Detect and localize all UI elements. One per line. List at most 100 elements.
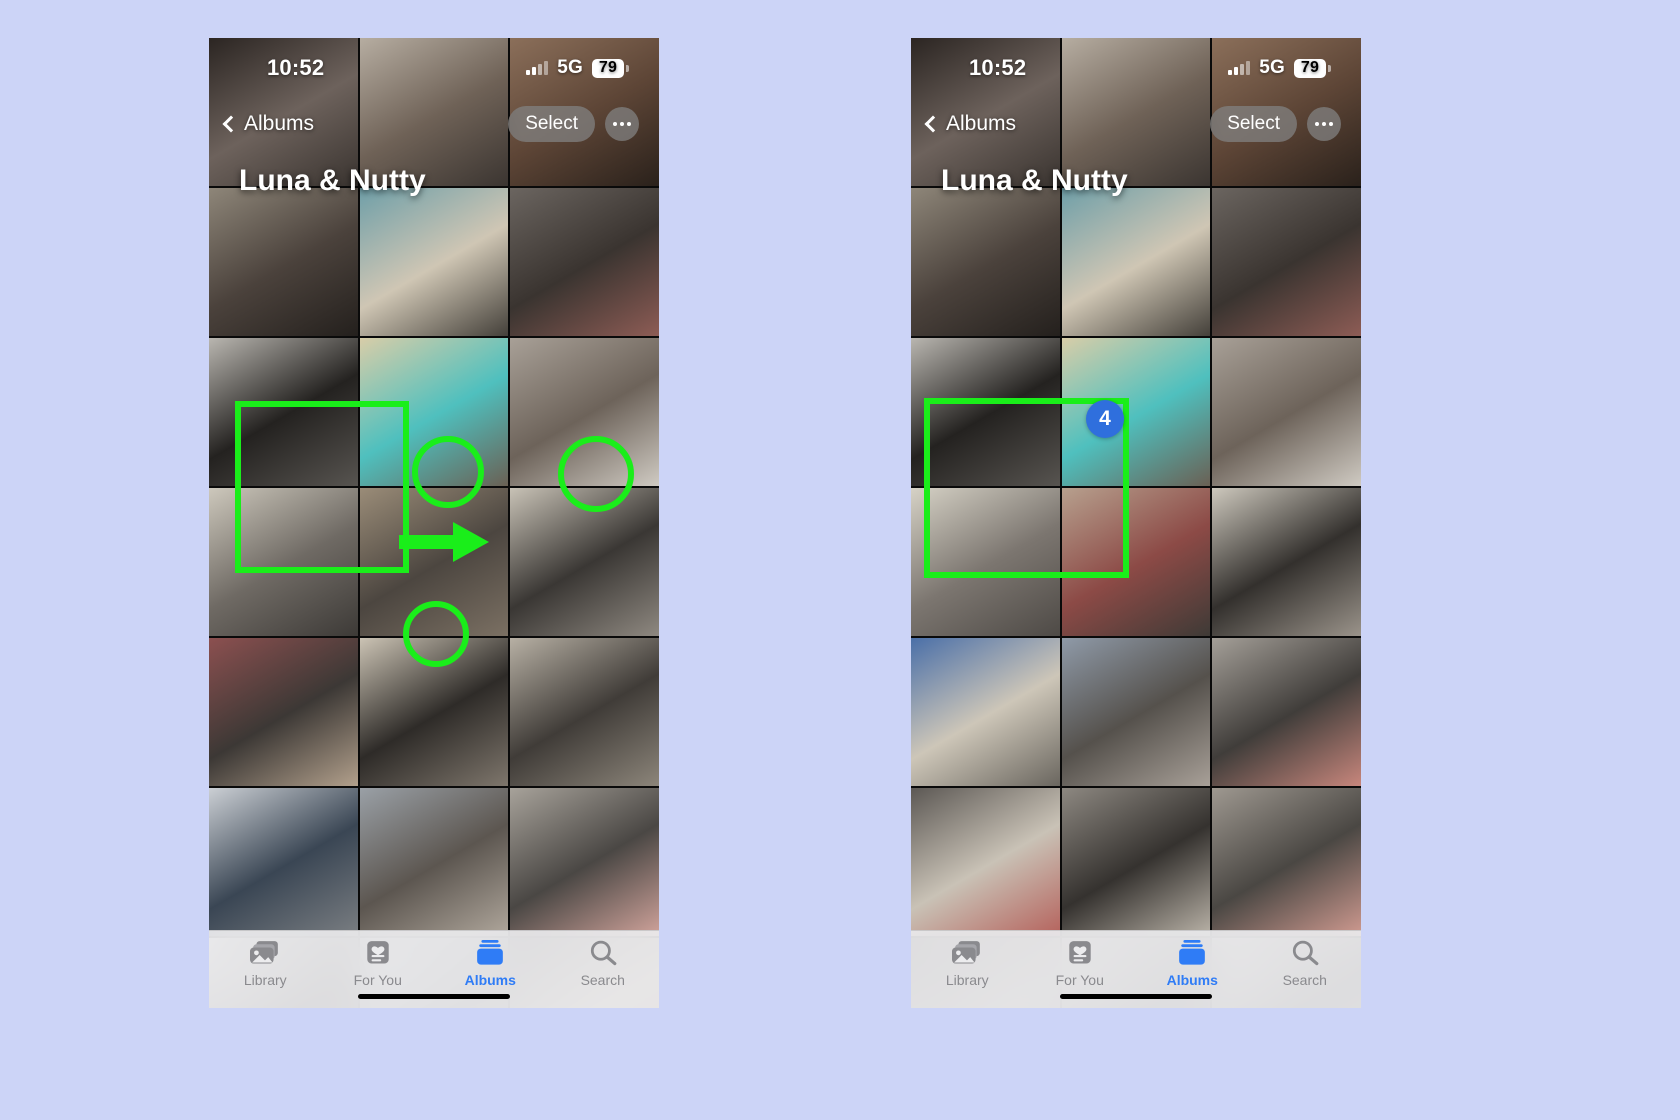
photo-thumbnail[interactable] (209, 188, 358, 336)
photo-thumbnail[interactable] (1061, 488, 1211, 636)
page-title: Luna & Nutty (941, 164, 1128, 197)
back-to-albums-button[interactable]: Albums (924, 112, 1016, 136)
photo-thumbnail[interactable] (209, 788, 358, 936)
signal-bars-icon (526, 61, 549, 75)
tab-library[interactable]: Library (209, 940, 322, 988)
photo-thumbnail[interactable] (510, 188, 659, 336)
dog-nose-closeup-image (911, 188, 1060, 336)
chevron-left-icon (222, 115, 240, 133)
battery-tip (626, 64, 629, 72)
status-time: 10:52 (969, 55, 1027, 80)
albums-icon (475, 940, 505, 967)
dog-smiling-closeup-image (911, 788, 1060, 936)
photo-thumbnail[interactable] (1061, 188, 1211, 336)
battery-icon: 79 (1294, 58, 1331, 78)
photo-thumbnail[interactable] (359, 638, 509, 786)
greyhound-yawning-on-sofa-image (1212, 188, 1361, 336)
select-button[interactable]: Select (508, 106, 595, 142)
dog-lying-on-rug-selected-image (209, 488, 358, 636)
photo-thumbnail[interactable] (209, 488, 358, 636)
photo-thumbnail[interactable] (510, 338, 659, 486)
tab-albums[interactable]: Albums (434, 940, 547, 988)
back-to-albums-button[interactable]: Albums (222, 112, 314, 136)
photo-stack-icon (952, 940, 982, 967)
network-type-label: 5G (557, 57, 583, 78)
heart-card-icon (1065, 940, 1095, 967)
tab-search[interactable]: Search (1249, 940, 1362, 988)
navigation-bar: Albums Select (911, 98, 1361, 150)
photos-app-screen-left: 10:52 5G 79 Albums Select Luna & Nutty L… (209, 38, 659, 1008)
tab-for-you[interactable]: For You (322, 940, 435, 988)
status-bar: 10:52 5G 79 (911, 38, 1361, 98)
status-time: 10:52 (267, 55, 325, 80)
photo-thumbnail[interactable] (510, 788, 659, 936)
signal-bars-icon (1228, 61, 1251, 75)
photo-thumbnail[interactable] (1061, 638, 1211, 786)
status-bar: 10:52 5G 79 (209, 38, 659, 98)
photo-thumbnail[interactable] (359, 488, 509, 636)
ellipsis-icon[interactable] (605, 107, 639, 141)
selection-count-badge: 4 (1086, 400, 1124, 438)
tab-label: For You (353, 972, 402, 988)
blue-blanket-on-sofa-image (911, 638, 1060, 786)
dog-in-blue-harness-image (359, 188, 509, 336)
photo-thumbnail[interactable] (209, 338, 358, 486)
greyhound-head-on-cushion-image (911, 488, 1060, 636)
battery-tip (1328, 64, 1331, 72)
sleepy-dog-face-image (1212, 338, 1361, 486)
dog-looking-up-closeup-image (1061, 788, 1211, 936)
photo-thumbnail[interactable] (209, 638, 358, 786)
tab-label: Albums (1166, 972, 1218, 988)
photo-thumbnail[interactable] (1061, 338, 1211, 486)
dog-belly-up-on-rug-image (359, 788, 509, 936)
dog-in-red-coat-with-person-image (1061, 488, 1211, 636)
ellipsis-icon[interactable] (1307, 107, 1341, 141)
tab-for-you[interactable]: For You (1024, 940, 1137, 988)
photo-thumbnail[interactable] (911, 338, 1060, 486)
navigation-bar: Albums Select (209, 98, 659, 150)
photo-thumbnail[interactable] (1212, 488, 1361, 636)
magnifier-icon (1290, 940, 1320, 967)
home-indicator (1060, 994, 1212, 999)
photo-thumbnail[interactable] (359, 788, 509, 936)
photo-thumbnail[interactable] (911, 188, 1060, 336)
tab-label: Library (945, 972, 989, 988)
battery-icon: 79 (592, 58, 629, 78)
tab-library[interactable]: Library (911, 940, 1024, 988)
dog-sleeping-on-sofa-arm-image (510, 788, 659, 936)
photo-stack-icon (250, 940, 280, 967)
black-dog-on-carpet-image (359, 638, 509, 786)
heart-card-icon (363, 940, 393, 967)
person-with-blanket-indoors-image (209, 788, 358, 936)
photo-thumbnail[interactable] (1061, 788, 1211, 936)
tab-label: Albums (464, 972, 516, 988)
tab-albums[interactable]: Albums (1136, 940, 1249, 988)
photos-app-screen-right: 10:52 5G 79 Albums Select Luna & Nutty 4… (911, 38, 1361, 1008)
photo-thumbnail[interactable] (510, 488, 659, 636)
photo-thumbnail[interactable] (359, 338, 509, 486)
greyhound-yawning-on-sofa-image (510, 188, 659, 336)
tab-search[interactable]: Search (547, 940, 660, 988)
dog-sitting-on-cushion-image (510, 638, 659, 786)
photo-thumbnail[interactable] (911, 788, 1060, 936)
nav-actions: Select (508, 106, 639, 142)
photo-thumbnail[interactable] (510, 638, 659, 786)
photo-thumbnail[interactable] (359, 188, 509, 336)
dog-stretching-on-sofa-image (1212, 788, 1361, 936)
dog-standing-outdoors-image (359, 488, 509, 636)
photo-thumbnail[interactable] (1212, 788, 1361, 936)
black-dog-portrait-sofa-image (209, 338, 358, 486)
photo-thumbnail[interactable] (1212, 638, 1361, 786)
tab-label: Search (580, 972, 625, 988)
photo-thumbnail[interactable] (911, 488, 1060, 636)
photo-thumbnail[interactable] (1212, 188, 1361, 336)
battery-percent-label: 79 (592, 58, 624, 78)
nav-actions: Select (1210, 106, 1341, 142)
network-type-label: 5G (1259, 57, 1285, 78)
tab-label: Search (1282, 972, 1327, 988)
photo-thumbnail[interactable] (911, 638, 1060, 786)
photo-thumbnail[interactable] (1212, 338, 1361, 486)
select-button[interactable]: Select (1210, 106, 1297, 142)
sleepy-dog-face-image (510, 338, 659, 486)
page-title: Luna & Nutty (239, 164, 426, 197)
